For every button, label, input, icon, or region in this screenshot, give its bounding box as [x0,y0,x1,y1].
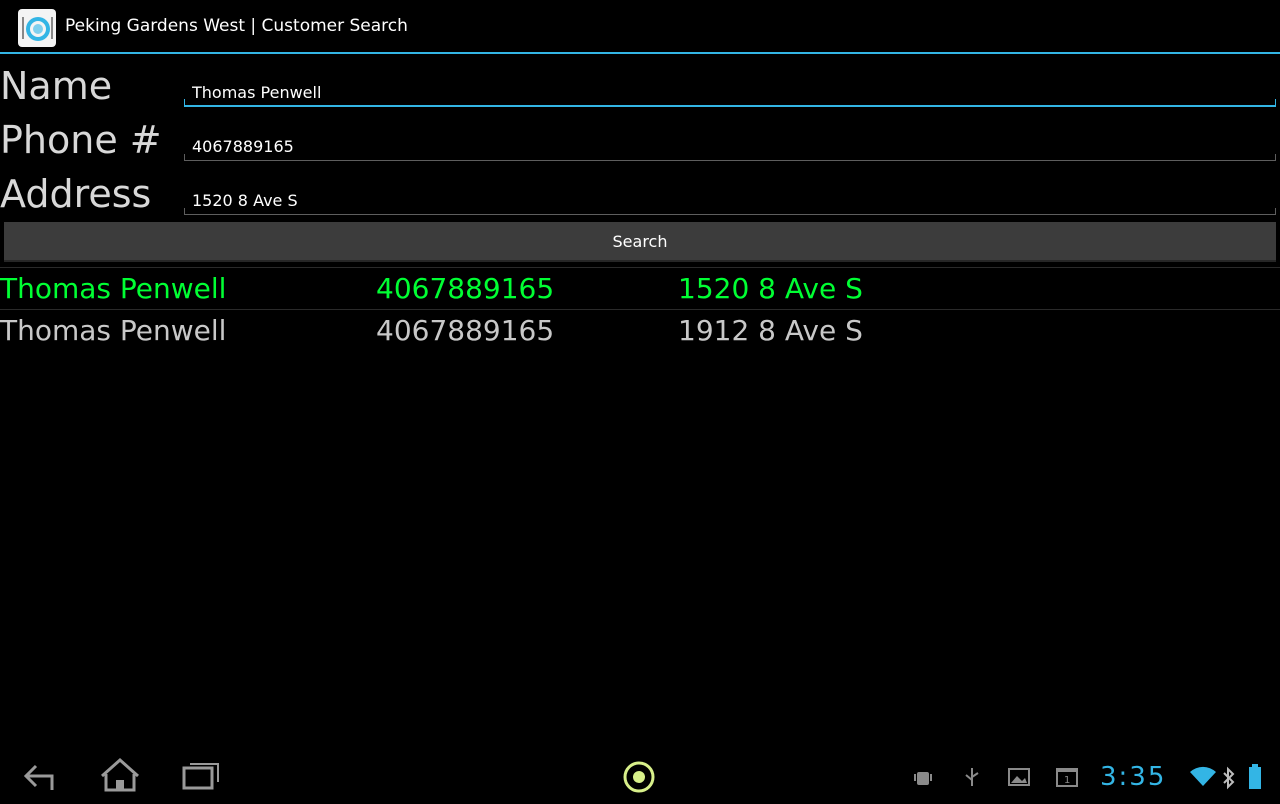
field-edge [1275,99,1276,105]
calendar-icon: 1 [1056,766,1078,792]
result-name: Thomas Penwell [0,272,227,305]
gallery-icon [1008,766,1030,792]
app-drawer-icon[interactable] [610,752,670,800]
name-field[interactable] [184,79,1276,107]
search-button[interactable]: Search [4,222,1276,262]
plate-icon[interactable] [18,9,56,47]
field-edge [184,208,185,214]
debug-icon [912,766,934,792]
address-label: Address [0,172,152,216]
phone-label: Phone # [0,118,162,162]
clock: 3:35 [1100,762,1167,792]
address-input[interactable] [184,187,1276,213]
bluetooth-icon [1222,766,1236,794]
battery-icon [1248,764,1262,794]
field-edge [184,99,185,105]
usb-icon [962,766,982,792]
field-edge [184,154,185,160]
result-phone: 4067889165 [376,272,555,305]
calendar-day: 1 [1064,775,1070,786]
app-title: Peking Gardens West | Customer Search [65,16,408,36]
phone-input[interactable] [184,133,1276,159]
back-icon[interactable] [12,752,72,800]
field-edge [1275,208,1276,214]
home-icon[interactable] [90,752,150,800]
result-name: Thomas Penwell [0,314,227,347]
result-address: 1912 8 Ave S [678,314,863,347]
result-address: 1520 8 Ave S [678,272,863,305]
wifi-icon [1189,764,1217,792]
system-bar [0,752,1280,800]
action-bar: Peking Gardens West | Customer Search [0,0,1280,54]
result-row[interactable]: Thomas Penwell 4067889165 1520 8 Ave S [0,268,1280,310]
result-row[interactable]: Thomas Penwell 4067889165 1912 8 Ave S [0,310,1280,352]
recent-apps-icon[interactable] [170,752,230,800]
phone-field[interactable] [184,133,1276,161]
name-label: Name [0,64,113,108]
result-phone: 4067889165 [376,314,555,347]
address-field[interactable] [184,187,1276,215]
field-edge [1275,154,1276,160]
name-input[interactable] [184,79,1276,105]
